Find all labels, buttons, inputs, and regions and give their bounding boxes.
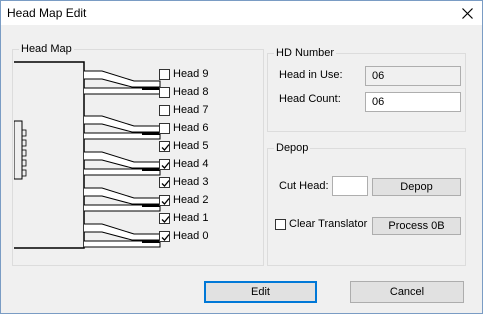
head-3-checkbox[interactable]: [159, 177, 170, 188]
head-4-checkbox[interactable]: [159, 159, 170, 170]
head-6-checkbox[interactable]: [159, 123, 170, 134]
head-7-label: Head 7: [173, 104, 209, 116]
head-in-use-field: 06: [365, 66, 461, 86]
head-6-label: Head 6: [173, 122, 209, 134]
cancel-button[interactable]: Cancel: [350, 281, 464, 303]
checkmark-icon: [161, 144, 170, 151]
head-map-diagram: [14, 61, 161, 249]
head-map-group: Head Map: [12, 43, 264, 266]
head-count-input[interactable]: 06: [365, 92, 461, 112]
head-map-group-label: Head Map: [19, 43, 74, 56]
head-7-checkbox[interactable]: [159, 105, 170, 116]
checkmark-icon: [161, 234, 170, 241]
head-5-checkbox[interactable]: [159, 141, 170, 152]
edit-button[interactable]: Edit: [204, 281, 317, 303]
checkmark-icon: [161, 162, 170, 169]
close-icon: [461, 7, 473, 19]
head-2-label: Head 2: [173, 194, 209, 206]
head-0-checkbox[interactable]: [159, 231, 170, 242]
cut-head-input[interactable]: [332, 176, 368, 196]
head-in-use-label: Head in Use:: [279, 69, 343, 81]
head-count-label: Head Count:: [279, 93, 341, 105]
window-title: Head Map Edit: [7, 6, 87, 20]
title-bar: Head Map Edit: [1, 1, 482, 25]
hd-number-group-label: HD Number: [274, 47, 337, 60]
head-1-label: Head 1: [173, 212, 209, 224]
depop-group: Depop: [267, 142, 466, 266]
head-0-label: Head 0: [173, 230, 209, 242]
head-5-label: Head 5: [173, 140, 209, 152]
clear-translator-label: Clear Translator: [289, 218, 368, 230]
head-9-label: Head 9: [173, 68, 209, 80]
checkmark-icon: [161, 198, 170, 205]
checkmark-icon: [161, 216, 170, 223]
depop-group-label: Depop: [274, 142, 311, 155]
cut-head-label: Cut Head:: [279, 180, 329, 192]
head-8-label: Head 8: [173, 86, 209, 98]
clear-translator-checkbox[interactable]: [275, 219, 286, 230]
close-button[interactable]: [456, 3, 478, 23]
head-1-checkbox[interactable]: [159, 213, 170, 224]
head-2-checkbox[interactable]: [159, 195, 170, 206]
head-9-checkbox[interactable]: [159, 69, 170, 80]
head-8-checkbox[interactable]: [159, 87, 170, 98]
depop-button[interactable]: Depop: [372, 178, 461, 196]
process-button[interactable]: Process 0B: [372, 217, 461, 235]
head-4-label: Head 4: [173, 158, 209, 170]
checkmark-icon: [161, 180, 170, 187]
head-3-label: Head 3: [173, 176, 209, 188]
head-map-edit-dialog: Head Map Edit Head Map Head 9 Head 8 Hea…: [0, 0, 483, 314]
